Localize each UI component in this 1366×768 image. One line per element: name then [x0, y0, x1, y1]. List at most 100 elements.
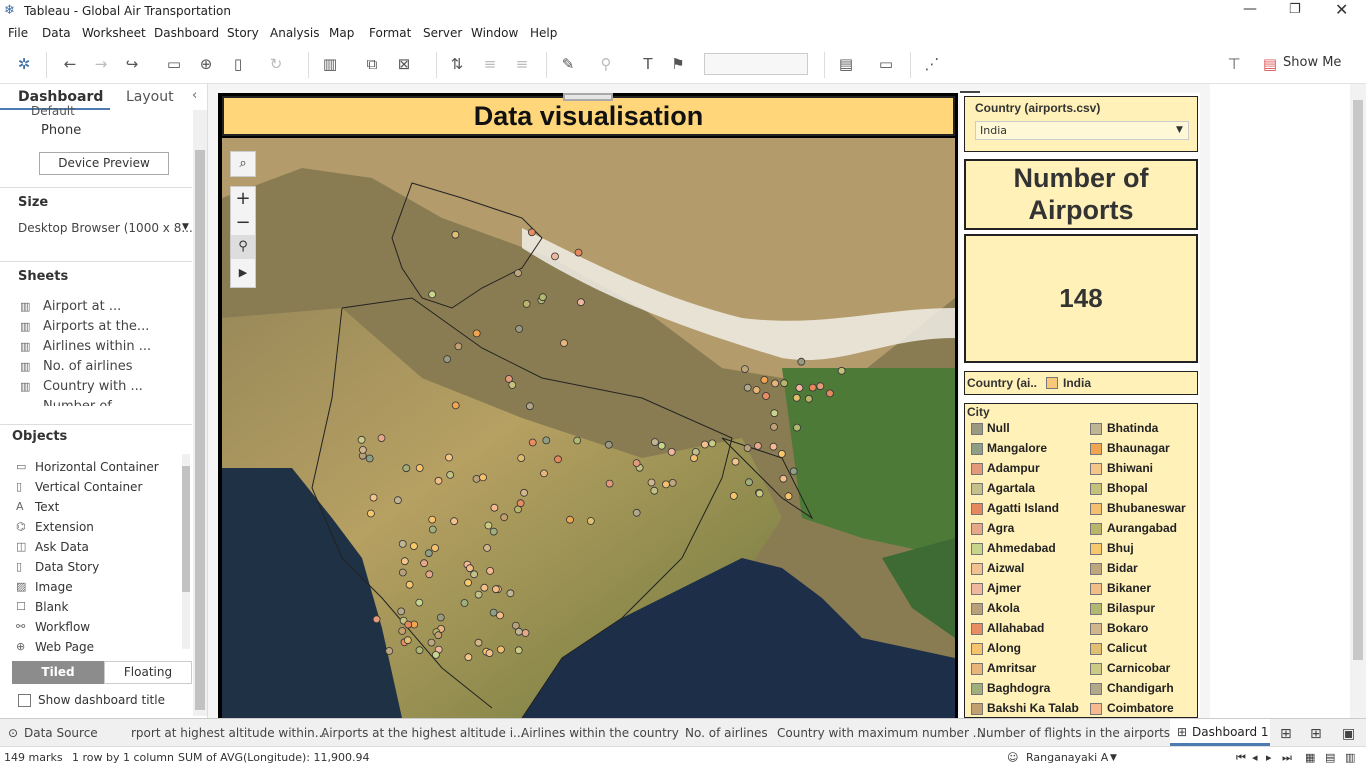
- last-page-icon[interactable]: ⏭: [1282, 751, 1292, 765]
- airport-marker[interactable]: [470, 570, 479, 579]
- airport-marker[interactable]: [816, 382, 825, 391]
- airport-marker[interactable]: [586, 517, 595, 525]
- airport-marker[interactable]: [428, 290, 437, 299]
- device-preview-button[interactable]: Device Preview: [39, 152, 169, 175]
- object-horizontal-container[interactable]: Horizontal Container: [35, 460, 159, 474]
- city-swatch[interactable]: [1090, 683, 1102, 695]
- replay-icon[interactable]: ↪: [122, 54, 142, 74]
- grid-view-icon[interactable]: ▦: [1305, 751, 1315, 764]
- city-legend-item[interactable]: Coimbatore: [1107, 701, 1174, 715]
- city-legend-item[interactable]: Bokaro: [1107, 621, 1148, 635]
- drag-handle[interactable]: [563, 93, 613, 101]
- show-cards-icon[interactable]: ▤: [836, 54, 856, 74]
- airport-marker[interactable]: [445, 453, 453, 462]
- airport-marker[interactable]: [784, 492, 793, 501]
- menu-window[interactable]: Window: [471, 26, 518, 40]
- airport-marker[interactable]: [566, 515, 574, 524]
- new-dashboard-tab-icon[interactable]: ⊞: [1310, 726, 1322, 742]
- city-swatch[interactable]: [971, 663, 983, 675]
- sort-desc-icon[interactable]: ≡: [512, 54, 532, 74]
- city-legend-item[interactable]: Agatti Island: [987, 501, 1059, 515]
- airport-marker[interactable]: [647, 478, 656, 487]
- user-chevron-icon[interactable]: ▼: [1110, 753, 1117, 763]
- airport-marker[interactable]: [485, 649, 494, 657]
- city-swatch[interactable]: [971, 583, 983, 595]
- tableau-icon[interactable]: ✲: [14, 54, 34, 74]
- airport-marker[interactable]: [762, 392, 770, 400]
- airport-marker[interactable]: [708, 439, 717, 448]
- show-title-checkbox[interactable]: [18, 694, 31, 707]
- airport-marker[interactable]: [525, 402, 534, 411]
- airport-marker[interactable]: [632, 459, 641, 468]
- swap-icon[interactable]: ⇅: [447, 54, 467, 74]
- airport-marker[interactable]: [520, 488, 529, 497]
- airport-marker[interactable]: [792, 393, 801, 402]
- airport-marker[interactable]: [667, 447, 676, 456]
- airport-marker[interactable]: [385, 647, 394, 655]
- airport-marker[interactable]: [480, 583, 489, 592]
- airport-marker[interactable]: [357, 435, 366, 444]
- airport-marker[interactable]: [542, 436, 551, 445]
- show-me-icon[interactable]: ▤: [1260, 54, 1280, 74]
- city-swatch[interactable]: [1090, 443, 1102, 455]
- city-legend-item[interactable]: Bilaspur: [1107, 601, 1155, 615]
- prev-page-icon[interactable]: ◂: [1252, 751, 1258, 764]
- airport-marker[interactable]: [472, 329, 481, 338]
- airport-marker[interactable]: [743, 444, 752, 453]
- group-icon[interactable]: ⚲: [596, 54, 616, 74]
- canvas-scrollbar[interactable]: [1350, 84, 1366, 718]
- city-swatch[interactable]: [971, 623, 983, 635]
- airport-marker[interactable]: [745, 478, 753, 487]
- objects-scrollbar[interactable]: [182, 454, 190, 649]
- city-legend-item[interactable]: Bhatinda: [1107, 421, 1158, 435]
- menu-file[interactable]: File: [8, 26, 28, 40]
- city-swatch[interactable]: [1090, 563, 1102, 575]
- airport-marker[interactable]: [770, 422, 778, 431]
- airport-marker[interactable]: [700, 440, 709, 449]
- airport-marker[interactable]: [506, 589, 515, 598]
- airport-marker[interactable]: [551, 252, 559, 261]
- share-icon[interactable]: ⋰: [922, 54, 942, 74]
- object-workflow[interactable]: Workflow: [35, 620, 90, 634]
- airport-marker[interactable]: [372, 615, 381, 624]
- menu-server[interactable]: Server: [423, 26, 462, 40]
- sheet-item-3[interactable]: Airlines within ...: [43, 339, 151, 354]
- city-legend-item[interactable]: Chandigarh: [1107, 681, 1174, 695]
- tab-data-source[interactable]: Data Source: [24, 726, 98, 740]
- new-worksheet-tab-icon[interactable]: ⊞: [1280, 726, 1292, 742]
- city-swatch[interactable]: [1090, 703, 1102, 715]
- format-icon[interactable]: ⊤: [1224, 54, 1244, 74]
- city-swatch[interactable]: [1090, 603, 1102, 615]
- city-swatch[interactable]: [971, 543, 983, 555]
- airport-marker[interactable]: [484, 521, 493, 530]
- tab-sheet-5[interactable]: Country with maximum number ...: [777, 726, 984, 740]
- size-dropdown[interactable]: Desktop Browser (1000 x 8...: [18, 221, 193, 235]
- city-swatch[interactable]: [1090, 663, 1102, 675]
- highlight-icon[interactable]: ✎: [558, 54, 578, 74]
- airport-marker[interactable]: [451, 230, 460, 239]
- airport-marker[interactable]: [826, 389, 834, 398]
- menu-help[interactable]: Help: [530, 26, 557, 40]
- airport-marker[interactable]: [514, 627, 523, 636]
- airport-marker[interactable]: [428, 525, 437, 534]
- airport-marker[interactable]: [486, 566, 495, 575]
- airport-marker[interactable]: [650, 486, 659, 495]
- airport-marker[interactable]: [650, 438, 659, 447]
- airport-marker[interactable]: [514, 269, 522, 278]
- airport-marker[interactable]: [516, 499, 525, 508]
- city-legend-item[interactable]: Aizwal: [987, 561, 1024, 575]
- airport-marker[interactable]: [400, 557, 409, 566]
- airport-marker[interactable]: [358, 445, 367, 454]
- tab-dashboard[interactable]: Dashboard: [18, 89, 103, 105]
- left-panel-scrollbar[interactable]: [193, 110, 207, 716]
- save-icon[interactable]: ▭: [164, 54, 184, 74]
- city-legend-item[interactable]: Akola: [987, 601, 1020, 615]
- airport-marker[interactable]: [366, 509, 375, 518]
- object-text[interactable]: Text: [35, 500, 59, 514]
- city-swatch[interactable]: [971, 523, 983, 535]
- menu-worksheet[interactable]: Worksheet: [82, 26, 146, 40]
- airport-marker[interactable]: [668, 478, 677, 487]
- floating-button[interactable]: Floating: [104, 661, 192, 684]
- sheet-item-5[interactable]: Country with ...: [43, 379, 143, 394]
- city-swatch[interactable]: [1090, 423, 1102, 435]
